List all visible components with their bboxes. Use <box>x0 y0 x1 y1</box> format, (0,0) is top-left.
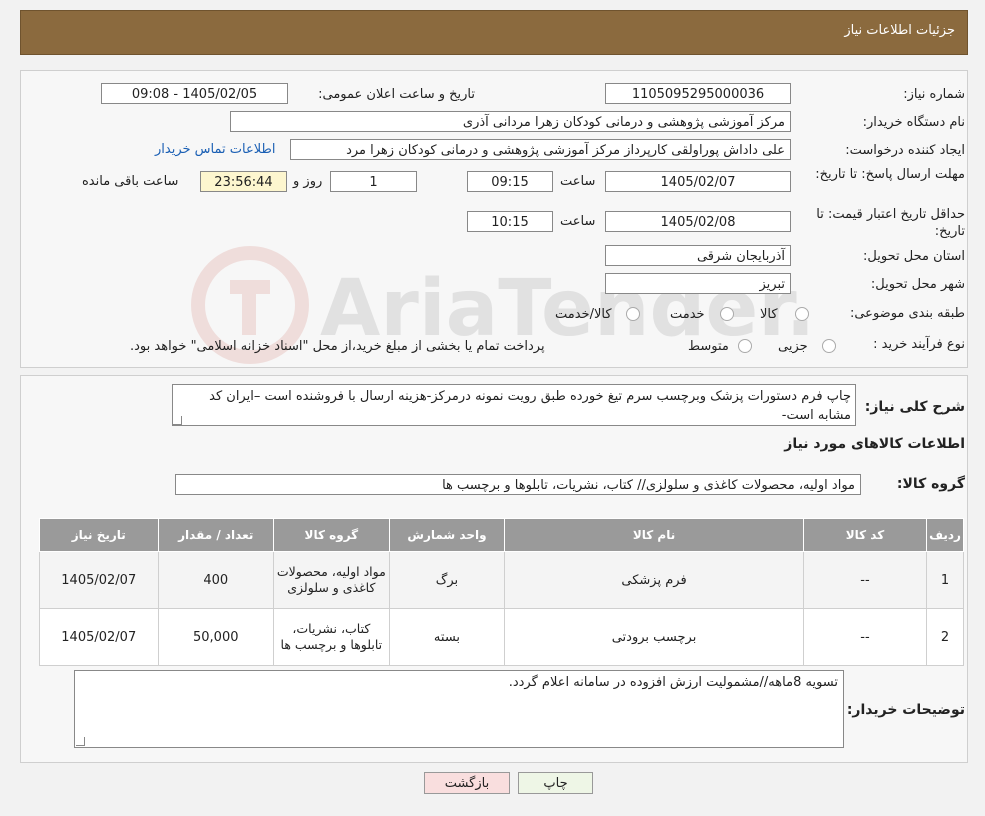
need-number-field: 1105095295000036 <box>605 83 791 104</box>
category-option-service: خدمت <box>670 307 705 322</box>
table-row: 2 -- برچسب برودتی بسته کتاب، نشریات، تاب… <box>39 608 964 666</box>
col-qty: تعداد / مقدار <box>157 518 275 552</box>
cell-unit: برگ <box>388 551 506 609</box>
goods-table: ردیف کد کالا نام کالا واحد شمارش گروه کا… <box>39 518 964 666</box>
need-number-label: شماره نیاز: <box>903 87 965 102</box>
deadline-time-field: 09:15 <box>467 171 553 192</box>
category-radio-service[interactable] <box>720 307 734 321</box>
summary-resize-handle[interactable] <box>173 416 182 425</box>
buyer-notes-label: توضیحات خریدار: <box>846 702 965 718</box>
cell-code: -- <box>802 551 928 609</box>
creator-field: علی داداش پوراولقی کارپرداز مرکز آموزشی … <box>290 139 791 160</box>
announce-field: 1405/02/05 - 09:08 <box>101 83 288 104</box>
city-field: تبریز <box>605 273 791 294</box>
cell-unit: بسته <box>388 608 506 666</box>
category-option-goods: کالا <box>760 307 778 322</box>
goods-section-title: اطلاعات کالاهای مورد نیاز <box>784 436 965 452</box>
cell-row: 2 <box>926 608 964 666</box>
deadline-date-field: 1405/02/07 <box>605 171 791 192</box>
cell-qty: 50,000 <box>157 608 275 666</box>
cell-code: -- <box>802 608 928 666</box>
table-row: 1 -- فرم پزشکی برگ مواد اولیه، محصولات ک… <box>39 551 964 609</box>
deadline-time-label: ساعت <box>560 174 596 189</box>
deadline-label: مهلت ارسال پاسخ: تا تاریخ: <box>815 167 965 182</box>
remaining-time-field: 23:56:44 <box>200 171 287 192</box>
process-option-medium: متوسط <box>688 339 729 354</box>
summary-text: چاپ فرم دستورات پزشک وبرچسب سرم تیغ خورد… <box>172 384 856 426</box>
process-radio-medium[interactable] <box>738 339 752 353</box>
cell-qty: 400 <box>157 551 275 609</box>
print-button[interactable]: چاپ <box>518 772 593 794</box>
process-option-minor: جزیی <box>778 339 808 354</box>
col-code: کد کالا <box>802 518 928 552</box>
city-label: شهر محل تحویل: <box>870 277 965 292</box>
col-name: نام کالا <box>504 518 804 552</box>
buyer-org-field: مرکز آموزشی پژوهشی و درمانی کودکان زهرا … <box>230 111 791 132</box>
back-button[interactable]: بازگشت <box>424 772 510 794</box>
validity-time-field: 10:15 <box>467 211 553 232</box>
page-header: جزئیات اطلاعات نیاز <box>20 10 968 55</box>
creator-label: ایجاد کننده درخواست: <box>845 143 965 158</box>
validity-label: حداقل تاریخ اعتبار قیمت: تا تاریخ: <box>816 207 965 239</box>
goods-group-label: گروه کالا: <box>896 476 965 492</box>
col-row: ردیف <box>926 518 964 552</box>
cell-group: کتاب، نشریات، تابلوها و برچسب ها <box>273 608 390 666</box>
category-label: طبقه بندی موضوعی: <box>849 306 965 321</box>
buyer-org-label: نام دستگاه خریدار: <box>862 115 965 130</box>
cell-date: 1405/02/07 <box>39 608 159 666</box>
buyer-notes-resize-handle[interactable] <box>76 737 85 746</box>
cell-name: فرم پزشکی <box>504 551 804 609</box>
category-radio-goods-service[interactable] <box>626 307 640 321</box>
goods-table-header: ردیف کد کالا نام کالا واحد شمارش گروه کا… <box>39 518 964 552</box>
goods-group-field: مواد اولیه، محصولات کاغذی و سلولزی// کتا… <box>175 474 861 495</box>
validity-date-field: 1405/02/08 <box>605 211 791 232</box>
buyer-notes-text: تسویه 8ماهه//مشمولیت ارزش افزوده در ساما… <box>74 670 844 748</box>
validity-time-label: ساعت <box>560 214 596 229</box>
cell-name: برچسب برودتی <box>504 608 804 666</box>
days-field: 1 <box>330 171 417 192</box>
process-radio-minor[interactable] <box>822 339 836 353</box>
col-group: گروه کالا <box>273 518 390 552</box>
category-radio-goods[interactable] <box>795 307 809 321</box>
cell-row: 1 <box>926 551 964 609</box>
process-note: پرداخت تمام یا بخشی از مبلغ خرید،از محل … <box>130 339 545 354</box>
remaining-label: ساعت باقی مانده <box>82 174 179 189</box>
summary-label: شرح کلی نیاز: <box>864 399 965 415</box>
process-label: نوع فرآیند خرید : <box>873 337 965 352</box>
col-unit: واحد شمارش <box>388 518 506 552</box>
cell-date: 1405/02/07 <box>39 551 159 609</box>
days-label: روز و <box>293 174 323 189</box>
cell-group: مواد اولیه، محصولات کاغذی و سلولزی <box>273 551 390 609</box>
buyer-contact-link[interactable]: اطلاعات تماس خریدار <box>155 142 275 157</box>
col-date: تاریخ نیاز <box>39 518 159 552</box>
category-option-goods-service: کالا/خدمت <box>555 307 612 322</box>
page-title: جزئیات اطلاعات نیاز <box>844 23 955 38</box>
province-field: آذربایجان شرقی <box>605 245 791 266</box>
province-label: استان محل تحویل: <box>863 249 965 264</box>
announce-label: تاریخ و ساعت اعلان عمومی: <box>318 87 475 102</box>
